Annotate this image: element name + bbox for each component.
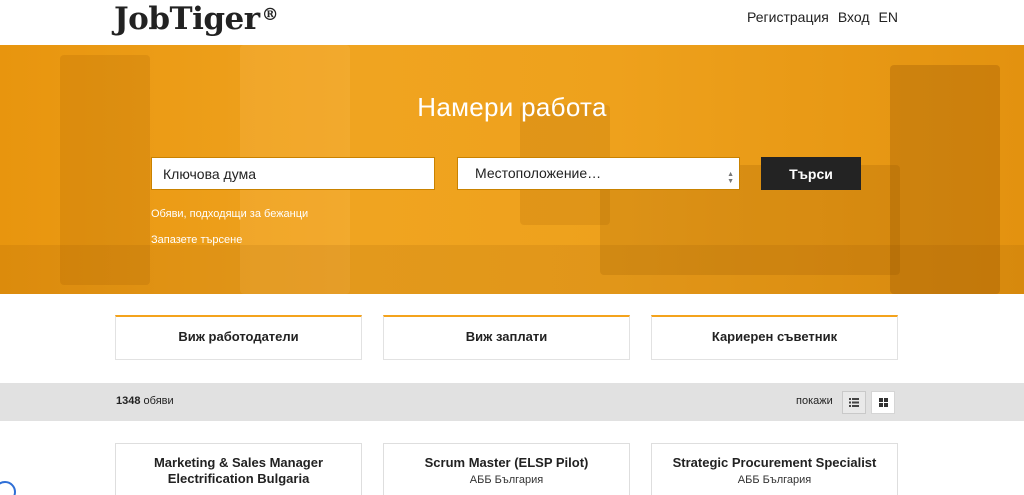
- hero-search-banner: Намери работа Местоположение… ▲▼ Търси О…: [0, 45, 1024, 294]
- list-view-icon: [849, 398, 859, 407]
- location-select[interactable]: Местоположение… ▲ ▼: [457, 157, 740, 190]
- view-salaries-card[interactable]: Виж заплати: [383, 315, 630, 360]
- job-card[interactable]: Marketing & Sales Manager Electrificatio…: [115, 443, 362, 495]
- background-floor-shade: [0, 245, 1024, 294]
- job-company: АББ България: [469, 474, 544, 486]
- logo-text: JobTiger: [114, 1, 260, 37]
- results-count: 1348 обяви: [116, 395, 174, 407]
- accessibility-widget-icon[interactable]: [0, 481, 16, 495]
- search-button[interactable]: Търси: [761, 157, 861, 190]
- login-link[interactable]: Вход: [838, 8, 870, 26]
- language-switch[interactable]: EN: [879, 8, 898, 26]
- site-header: JobTiger ® Регистрация Вход EN: [0, 0, 1024, 45]
- job-title: Strategic Procurement Specialist: [672, 455, 877, 470]
- list-view-button[interactable]: [842, 391, 866, 414]
- grid-view-icon: [878, 398, 888, 407]
- keyword-input[interactable]: [151, 157, 435, 190]
- select-arrows-icon: ▲ ▼: [727, 171, 734, 185]
- jobtiger-logo[interactable]: JobTiger ®: [114, 0, 279, 40]
- hero-title: Намери работа: [417, 92, 607, 122]
- refugee-jobs-link[interactable]: Обяви, подходящи за бежанци: [151, 208, 308, 220]
- job-card[interactable]: Strategic Procurement Specialist АББ Бъл…: [651, 443, 898, 495]
- job-title: Marketing & Sales Manager: [153, 455, 324, 470]
- location-select-value: Местоположение…: [475, 165, 602, 181]
- job-title-line2: Electrification Bulgaria: [167, 471, 310, 486]
- job-title: Scrum Master (ELSP Pilot): [424, 455, 589, 470]
- results-count-number: 1348: [116, 395, 141, 407]
- view-mode-label: покажи: [796, 395, 833, 407]
- results-toolbar: 1348 обяви покажи: [0, 383, 1024, 421]
- career-advisor-card[interactable]: Кариерен съветник: [651, 315, 898, 360]
- job-card[interactable]: Scrum Master (ELSP Pilot) АББ България: [383, 443, 630, 495]
- register-link[interactable]: Регистрация: [747, 8, 829, 26]
- grid-view-button[interactable]: [871, 391, 895, 414]
- view-employers-card[interactable]: Виж работодатели: [115, 315, 362, 360]
- job-company: АББ България: [737, 474, 812, 486]
- results-count-suffix: обяви: [143, 395, 174, 407]
- save-search-link[interactable]: Запазете търсене: [151, 234, 242, 246]
- top-navigation: Регистрация Вход EN: [738, 8, 898, 26]
- registered-mark: ®: [261, 5, 279, 25]
